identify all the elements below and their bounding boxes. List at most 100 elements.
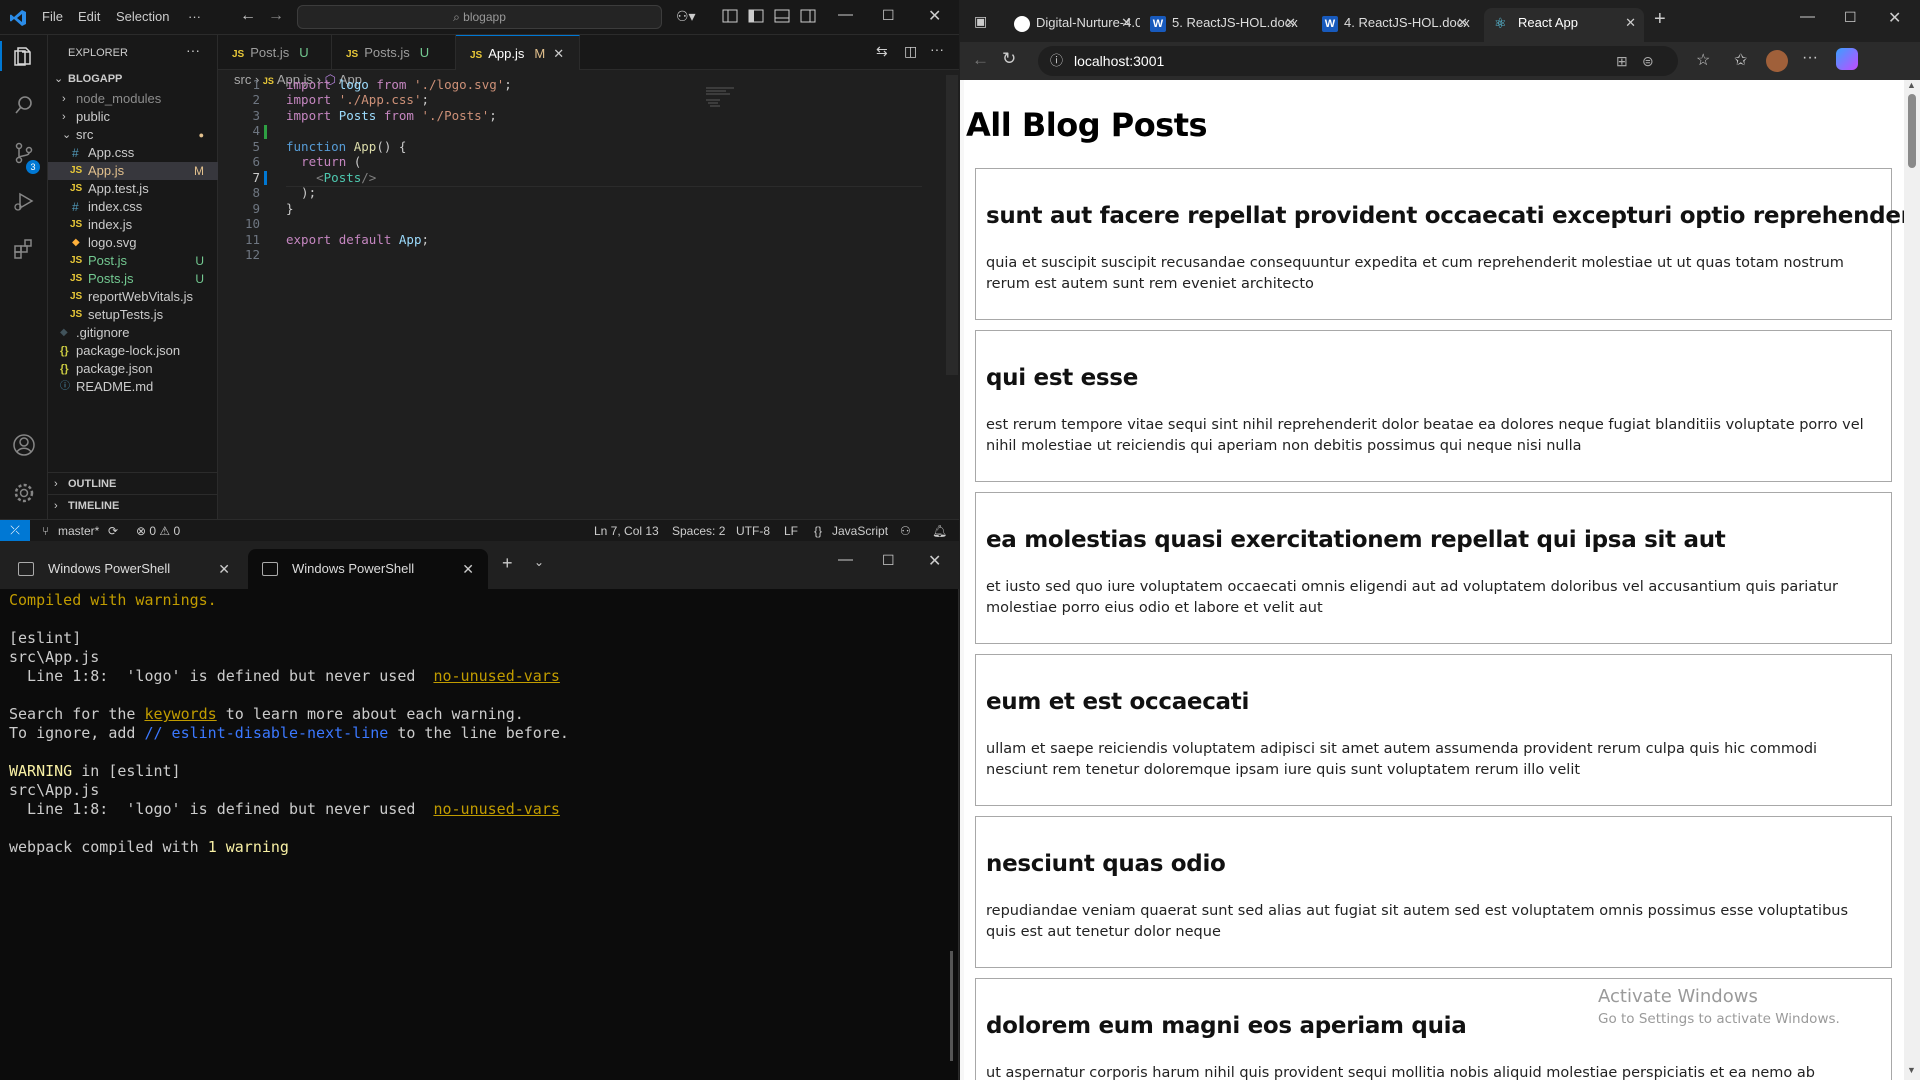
tree-item-post-js[interactable]: JS Post.js U — [48, 252, 218, 270]
tree-item-index-js[interactable]: JS index.js — [48, 216, 218, 234]
command-center-search[interactable]: ⌕ blogapp — [297, 5, 662, 29]
remote-icon[interactable]: ⤫ — [0, 520, 30, 542]
tab-actions-icon[interactable]: ▣ — [974, 13, 987, 30]
settings-gear-icon[interactable] — [12, 481, 36, 505]
tree-item-public[interactable]: › public — [48, 108, 218, 126]
terminal-tab-2[interactable]: Windows PowerShell ✕ — [248, 549, 488, 589]
maximize-icon[interactable]: ☐ — [882, 552, 895, 569]
tab-react-app[interactable]: ⚛ React App ✕ — [1484, 8, 1644, 42]
project-folder[interactable]: ⌄ BLOGAPP — [48, 68, 218, 90]
close-tab-icon[interactable]: ✕ — [1625, 8, 1636, 38]
close-tab-icon[interactable]: ✕ — [1457, 8, 1468, 38]
tree-item-reportwebvitals-js[interactable]: JS reportWebVitals.js — [48, 288, 218, 306]
scroll-up-icon[interactable]: ▲ — [1907, 80, 1916, 90]
chevron-down-icon[interactable]: ⌄ — [534, 555, 544, 569]
cursor-position[interactable]: Ln 7, Col 13 — [594, 524, 659, 538]
minimap[interactable] — [704, 85, 744, 125]
timeline-section[interactable]: › TIMELINE — [48, 494, 218, 516]
tab-close-icon[interactable]: ✕ — [553, 46, 564, 61]
tree-item-gitignore[interactable]: ◆ .gitignore — [48, 324, 218, 342]
back-arrow-icon[interactable]: ← — [240, 7, 256, 25]
tree-item-app-js[interactable]: JS App.js M — [48, 162, 218, 180]
close-tab-icon[interactable]: ✕ — [218, 549, 230, 589]
maximize-icon[interactable]: ☐ — [1844, 9, 1857, 26]
copilot-status-icon[interactable]: ⚇ — [900, 524, 911, 538]
indentation[interactable]: Spaces: 2 — [672, 524, 725, 538]
tree-item-index-css[interactable]: # index.css — [48, 198, 218, 216]
toggle-panel-icon[interactable] — [774, 8, 792, 26]
terminal-scrollbar[interactable] — [950, 951, 953, 1061]
site-info-icon[interactable]: ⓘ — [1050, 46, 1063, 76]
bell-icon[interactable]: 🔔︎ — [932, 524, 947, 538]
keywords-link[interactable]: keywords — [144, 705, 216, 723]
close-icon[interactable]: ✕ — [1888, 8, 1901, 28]
forward-arrow-icon[interactable]: → — [268, 7, 284, 25]
rule-link[interactable]: no-unused-vars — [433, 800, 559, 818]
sync-icon[interactable]: ⟳ — [108, 524, 118, 538]
minimize-icon[interactable]: — — [1800, 8, 1815, 25]
address-bar[interactable]: ⓘ localhost:3001 ⊞ ⊜ — [1038, 46, 1678, 76]
app-available-icon[interactable]: ⊞ — [1616, 46, 1628, 76]
favorite-star-icon[interactable]: ☆ — [1696, 50, 1710, 70]
tree-item-package-json[interactable]: {} package.json — [48, 360, 218, 378]
encoding[interactable]: UTF-8 — [736, 524, 770, 538]
tab-github[interactable]: Digital-Nurture-4.0-J ✕ — [1008, 8, 1140, 42]
tree-item-app-test-js[interactable]: JS App.test.js — [48, 180, 218, 198]
editor-scrollbar[interactable] — [946, 75, 958, 375]
problems-count[interactable]: ⊗ 0 ⚠ 0 — [136, 524, 180, 538]
tree-item-node-modules[interactable]: › node_modules — [48, 90, 218, 108]
scroll-thumb[interactable] — [1908, 94, 1916, 168]
tab-app-js[interactable]: JS App.js M ✕ — [456, 35, 580, 70]
search-sidebar-icon[interactable] — [12, 93, 36, 117]
explorer-icon[interactable] — [12, 45, 36, 69]
menu-more[interactable]: ··· — [188, 9, 201, 24]
menu-selection[interactable]: Selection — [116, 9, 169, 24]
toggle-secondary-sidebar-icon[interactable] — [800, 8, 818, 26]
new-tab-icon[interactable]: + — [502, 553, 513, 574]
toggle-sidebar-icon[interactable] — [748, 8, 766, 26]
tab-word-4[interactable]: W 4. ReactJS-HOL.docx ✕ — [1316, 8, 1476, 42]
favorites-icon[interactable]: ✩ — [1734, 50, 1747, 70]
close-icon[interactable]: ✕ — [928, 6, 941, 26]
reading-icon[interactable]: ⊜ — [1642, 46, 1654, 76]
explorer-more-icon[interactable]: ··· — [186, 42, 200, 58]
language-mode[interactable]: JavaScript — [832, 524, 888, 538]
menu-edit[interactable]: Edit — [78, 9, 100, 24]
terminal-tab-1[interactable]: Windows PowerShell ✕ — [4, 549, 244, 589]
tree-item-logo-svg[interactable]: ◆ logo.svg — [48, 234, 218, 252]
line-ending[interactable]: LF — [784, 524, 798, 538]
compare-changes-icon[interactable]: ⇆ — [876, 43, 888, 60]
branch-name[interactable]: master* — [58, 524, 99, 538]
copilot-icon[interactable] — [1836, 48, 1858, 70]
extensions-icon[interactable] — [12, 237, 36, 261]
run-debug-icon[interactable] — [12, 189, 36, 213]
layout-customize-icon[interactable] — [722, 8, 740, 26]
tree-item-app-css[interactable]: # App.css — [48, 144, 218, 162]
new-tab-icon[interactable]: + — [1654, 8, 1666, 31]
tree-item-readme-md[interactable]: ⓘ README.md — [48, 378, 218, 396]
scroll-down-icon[interactable]: ▼ — [1907, 1065, 1916, 1075]
accounts-icon[interactable] — [12, 433, 36, 457]
page-scrollbar[interactable]: ▲ ▼ — [1904, 80, 1920, 1080]
maximize-icon[interactable]: ☐ — [882, 7, 895, 24]
close-tab-icon[interactable]: ✕ — [1285, 8, 1296, 38]
tree-item-setuptests-js[interactable]: JS setupTests.js — [48, 306, 218, 324]
settings-more-icon[interactable]: ··· — [1802, 49, 1818, 67]
tree-item-package-lock-json[interactable]: {} package-lock.json — [48, 342, 218, 360]
tab-post-js[interactable]: JS Post.js U — [218, 35, 332, 70]
menu-file[interactable]: File — [42, 9, 63, 24]
close-tab-icon[interactable]: ✕ — [462, 549, 474, 589]
tree-item-posts-js[interactable]: JS Posts.js U — [48, 270, 218, 288]
editor-more-icon[interactable]: ··· — [930, 41, 944, 57]
back-arrow-icon[interactable]: ← — [972, 50, 989, 70]
close-tab-icon[interactable]: ✕ — [1121, 8, 1132, 38]
tab-posts-js[interactable]: JS Posts.js U — [332, 35, 456, 70]
close-icon[interactable]: ✕ — [928, 551, 941, 571]
profile-avatar[interactable] — [1766, 50, 1788, 72]
minimize-icon[interactable]: — — [838, 551, 853, 568]
split-editor-icon[interactable]: ◫ — [904, 43, 917, 60]
copilot-icon[interactable]: ⚇▾ — [676, 8, 696, 25]
refresh-icon[interactable]: ↻ — [1002, 49, 1016, 69]
tree-item-src[interactable]: ⌄ src ● — [48, 126, 218, 144]
tab-word-5[interactable]: W 5. ReactJS-HOL.docx ✕ — [1144, 8, 1304, 42]
